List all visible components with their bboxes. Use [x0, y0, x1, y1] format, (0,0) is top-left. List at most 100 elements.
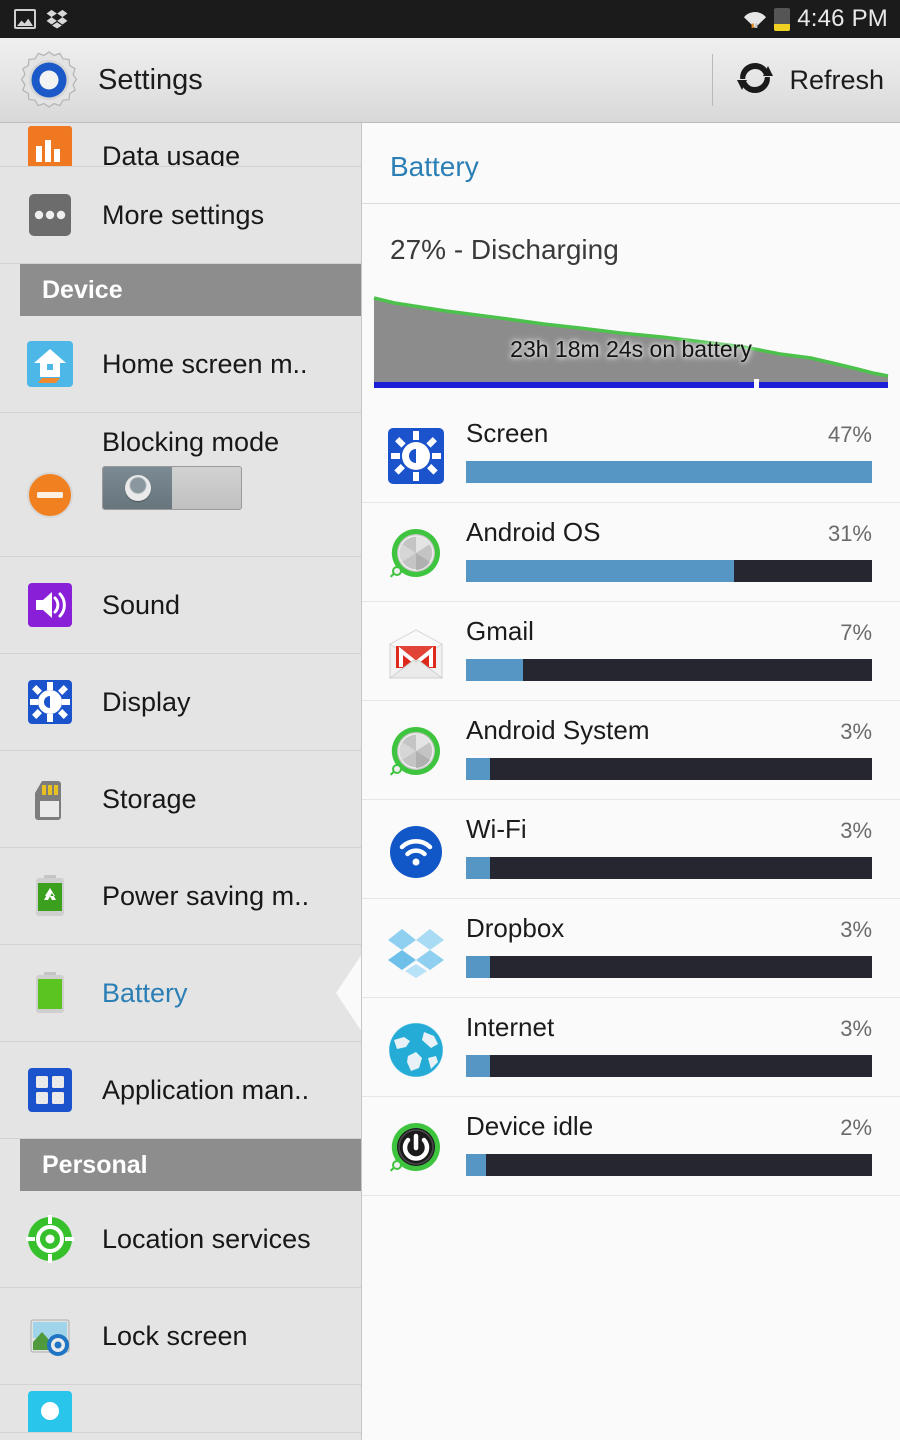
usage-percent: 7% [840, 620, 872, 645]
usage-row-internet[interactable]: Internet 3% [362, 998, 900, 1097]
sidebar-item-location-services[interactable]: Location services [0, 1191, 361, 1288]
usage-bar-fill [466, 857, 491, 879]
display-icon [22, 674, 78, 730]
sidebar-item-blocking-mode[interactable]: Blocking mode [0, 413, 361, 557]
sidebar-item-storage[interactable]: Storage [0, 751, 361, 848]
usage-bar-fill [466, 560, 734, 582]
usage-bar-track [466, 461, 872, 483]
sidebar-item-application-manager[interactable]: Application man.. [0, 1042, 361, 1139]
usage-content: Internet 3% [466, 1012, 872, 1077]
action-bar-divider [712, 54, 714, 106]
usage-content: Gmail 7% [466, 616, 872, 681]
usage-percent: 47% [827, 422, 872, 447]
usage-percent: 31% [827, 521, 872, 546]
sidebar-item-label: Blocking mode [102, 427, 280, 457]
usage-row-dropbox[interactable]: Dropbox 3% [362, 899, 900, 998]
toggle-knob[interactable] [124, 475, 151, 501]
panel-title: Battery [362, 123, 900, 204]
battery-history-graph[interactable]: 23h 18m 24s on battery [373, 294, 889, 394]
usage-bar-fill [466, 1154, 487, 1176]
usage-bar-fill [466, 1055, 491, 1077]
usage-bar-fill [466, 461, 872, 483]
sidebar-item-label: Application man.. [102, 1074, 310, 1105]
data-usage-icon [22, 123, 78, 166]
usage-content: Device idle 2% [466, 1111, 872, 1176]
storage-icon [22, 771, 78, 827]
android-system-icon [384, 721, 448, 785]
usage-content: Android OS 31% [466, 517, 872, 582]
action-bar-actions: Refresh [712, 38, 884, 122]
refresh-label: Refresh [789, 64, 884, 95]
settings-sidebar[interactable]: Data usage More settings Device Home scr… [0, 123, 362, 1440]
internet-icon [384, 1018, 448, 1082]
blocking-mode-icon [22, 467, 78, 523]
sidebar-item-data-usage[interactable]: Data usage [0, 123, 361, 167]
usage-percent: 3% [840, 1016, 872, 1041]
settings-gear-icon [18, 49, 80, 111]
usage-header: Gmail 7% [466, 616, 872, 647]
toggle-off-side [172, 467, 241, 509]
usage-bar-track [466, 758, 872, 780]
usage-bar-track [466, 1055, 872, 1077]
device-idle-icon [384, 1117, 448, 1181]
selected-item-pointer [336, 954, 361, 1032]
power-saving-icon [22, 868, 78, 924]
sidebar-item-label: Home screen m.. [102, 348, 308, 379]
status-bar-notification-icons [14, 9, 68, 29]
blocking-mode-toggle[interactable] [102, 466, 242, 510]
battery-panel: Battery 27% - Discharging 23h 18m 24s on… [362, 123, 900, 1440]
usage-app-name: Dropbox [466, 913, 565, 943]
battery-usage-list: Screen 47% Android OS 31% Gmail 7% Andro… [362, 404, 900, 1196]
sidebar-item-label: Battery [102, 977, 188, 1008]
sidebar-section-label: Personal [42, 1150, 148, 1179]
toggle-on-side [103, 467, 172, 509]
usage-header: Device idle 2% [466, 1111, 872, 1142]
usage-header: Wi-Fi 3% [466, 814, 872, 845]
sidebar-item-label: More settings [102, 199, 265, 230]
sidebar-item-sound[interactable]: Sound [0, 557, 361, 654]
wifi-icon [384, 820, 448, 884]
sidebar-item-home-screen-mode[interactable]: Home screen m.. [0, 316, 361, 413]
usage-header: Dropbox 3% [466, 913, 872, 944]
usage-percent: 3% [840, 917, 872, 942]
usage-row-android-system[interactable]: Android System 3% [362, 701, 900, 800]
usage-bar-track [466, 956, 872, 978]
usage-bar-fill [466, 659, 523, 681]
usage-header: Internet 3% [466, 1012, 872, 1043]
sidebar-item-label: Lock screen [102, 1320, 248, 1351]
sidebar-item-display[interactable]: Display [0, 654, 361, 751]
sidebar-item-power-saving-mode[interactable]: Power saving m.. [0, 848, 361, 945]
usage-row-device-idle[interactable]: Device idle 2% [362, 1097, 900, 1196]
usage-header: Android OS 31% [466, 517, 872, 548]
usage-row-screen[interactable]: Screen 47% [362, 404, 900, 503]
refresh-icon [735, 58, 775, 103]
status-bar-system-icons: 4:46 PM [743, 5, 888, 33]
sidebar-item-more-settings[interactable]: More settings [0, 167, 361, 264]
sidebar-item-security[interactable] [0, 1385, 361, 1433]
usage-row-android-os[interactable]: Android OS 31% [362, 503, 900, 602]
wifi-icon [743, 8, 767, 30]
android-os-icon [384, 523, 448, 587]
usage-bar-track [466, 560, 872, 582]
sidebar-item-lock-screen[interactable]: Lock screen [0, 1288, 361, 1385]
sidebar-item-label: Sound [102, 589, 181, 620]
usage-bar-fill [466, 758, 491, 780]
usage-app-name: Wi-Fi [466, 814, 527, 844]
refresh-button[interactable]: Refresh [735, 58, 884, 103]
usage-row-gmail[interactable]: Gmail 7% [362, 602, 900, 701]
screenshot-gallery-icon [14, 9, 36, 29]
usage-percent: 3% [840, 719, 872, 744]
usage-bar-track [466, 857, 872, 879]
usage-percent: 3% [840, 818, 872, 843]
location-services-icon [22, 1211, 78, 1267]
usage-row-wifi[interactable]: Wi-Fi 3% [362, 800, 900, 899]
sidebar-section-device: Device [20, 264, 361, 316]
sidebar-item-label: Location services [102, 1223, 311, 1254]
graph-baseline [374, 382, 888, 388]
sidebar-section-personal: Personal [20, 1139, 361, 1191]
content-area: Data usage More settings Device Home scr… [0, 123, 900, 1440]
sidebar-item-label: Display [102, 686, 191, 717]
status-bar: 4:46 PM [0, 0, 900, 38]
sidebar-item-battery[interactable]: Battery [0, 945, 361, 1042]
application-manager-icon [22, 1062, 78, 1118]
